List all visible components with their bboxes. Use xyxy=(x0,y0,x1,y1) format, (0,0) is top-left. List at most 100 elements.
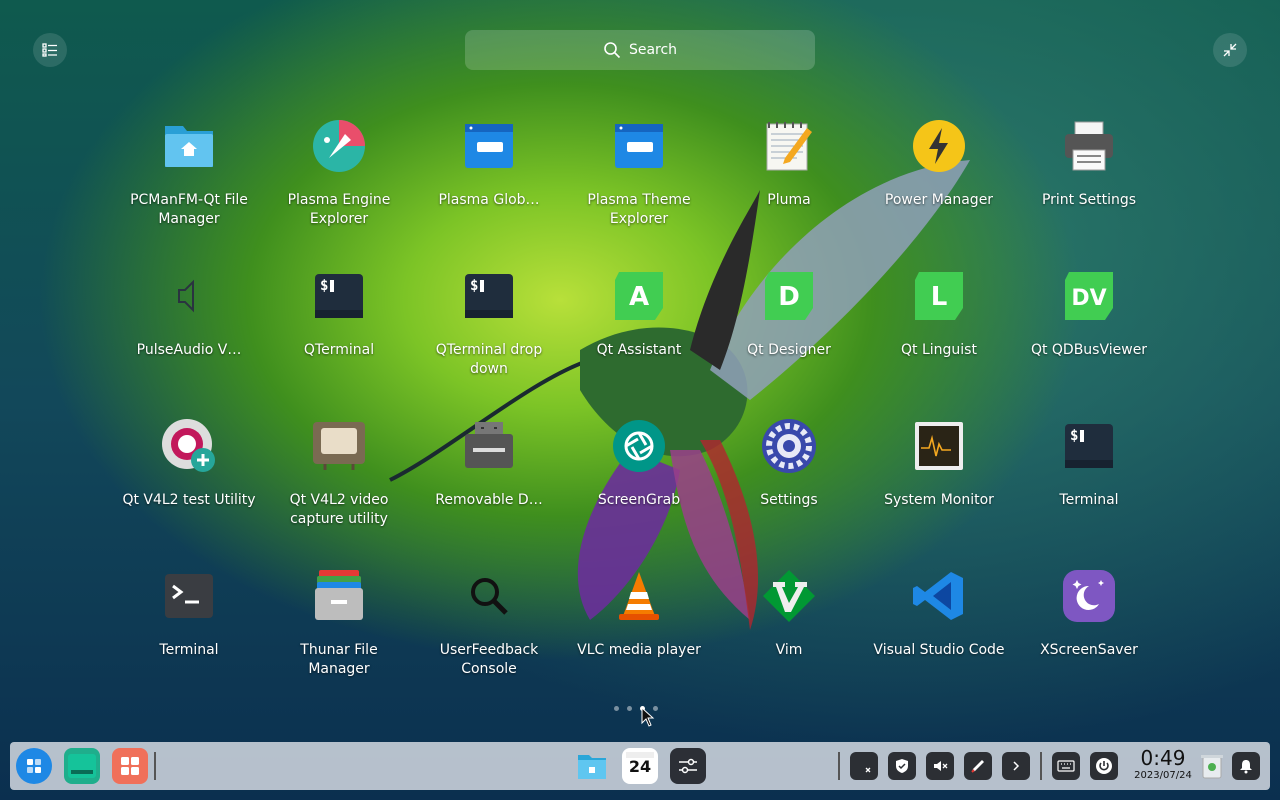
app-qterminal-dropdown[interactable]: $ QTerminal drop down xyxy=(414,260,564,410)
tray-volume[interactable] xyxy=(926,752,954,780)
keyboard-icon xyxy=(1057,760,1075,772)
notepad-pencil-icon xyxy=(761,118,817,174)
webcam-gear-icon xyxy=(161,418,217,474)
app-qt-designer[interactable]: D Qt Designer xyxy=(714,260,864,410)
app-label: Vim xyxy=(775,642,803,658)
app-vlc[interactable]: VLC media player xyxy=(564,560,714,710)
page-dot[interactable] xyxy=(627,706,632,711)
app-settings[interactable]: Settings xyxy=(714,410,864,560)
workspace-button[interactable] xyxy=(112,748,148,784)
terminal-icon: $ xyxy=(311,268,367,324)
dock-separator xyxy=(1040,752,1042,780)
tray-notifications[interactable] xyxy=(1232,752,1260,780)
plasma-engine-icon xyxy=(311,118,367,174)
app-grid: PCManFM-Qt File Manager Plasma Engine Exp… xyxy=(114,110,1164,710)
window-icon xyxy=(461,118,517,174)
mouse-cursor-icon xyxy=(641,707,655,727)
power-icon xyxy=(1096,758,1112,774)
app-vim[interactable]: Vim xyxy=(714,560,864,710)
settings-gear-icon xyxy=(761,418,817,474)
app-label: Qt V4L2 test Utility xyxy=(122,492,256,508)
exit-fullscreen-button[interactable] xyxy=(1213,33,1247,67)
app-label: Qt Assistant xyxy=(596,342,682,358)
app-label: Qt QDBusViewer xyxy=(1030,342,1148,358)
volume-muted-icon xyxy=(934,761,948,771)
app-label: Plasma Glob… xyxy=(438,192,540,208)
app-label: Power Manager xyxy=(884,192,994,208)
taskbar: 24 0:49 2023/07/24 xyxy=(10,742,1270,790)
tray-power[interactable] xyxy=(1090,752,1118,780)
magnifier-icon xyxy=(461,568,517,624)
app-system-monitor[interactable]: System Monitor xyxy=(864,410,1014,560)
app-qt-assistant[interactable]: A Qt Assistant xyxy=(564,260,714,410)
svg-text:$: $ xyxy=(1070,428,1078,444)
dock-file-manager[interactable] xyxy=(574,748,610,784)
app-label: QTerminal xyxy=(303,342,375,358)
app-thunar[interactable]: Thunar File Manager xyxy=(264,560,414,710)
tv-icon xyxy=(311,418,367,474)
app-removable-drives[interactable]: Removable D… xyxy=(414,410,564,560)
svg-text:D: D xyxy=(778,282,800,312)
vscode-icon xyxy=(911,568,967,624)
camera-aperture-icon xyxy=(611,418,667,474)
clock[interactable]: 0:49 2023/07/24 xyxy=(1128,746,1198,782)
sliders-icon xyxy=(679,758,697,774)
bell-icon xyxy=(1240,760,1252,774)
qt-letter-icon: DV xyxy=(1061,268,1117,324)
app-terminal-1[interactable]: $ Terminal xyxy=(1014,410,1164,560)
collapse-icon xyxy=(1223,43,1237,57)
lightning-icon xyxy=(911,118,967,174)
svg-text:$: $ xyxy=(320,278,328,294)
app-terminal-2[interactable]: Terminal xyxy=(114,560,264,710)
app-print-settings[interactable]: Print Settings xyxy=(1014,110,1164,260)
moon-stars-icon xyxy=(1061,568,1117,624)
app-label: PulseAudio V… xyxy=(136,342,242,358)
app-plasma-global[interactable]: Plasma Glob… xyxy=(414,110,564,260)
svg-text:$: $ xyxy=(470,278,478,294)
app-qt-v4l2-test[interactable]: Qt V4L2 test Utility xyxy=(114,410,264,560)
tray-keyboard[interactable] xyxy=(1052,752,1080,780)
app-label: Print Settings xyxy=(1041,192,1137,208)
app-xscreensaver[interactable]: XScreenSaver xyxy=(1014,560,1164,710)
drive-icon xyxy=(461,418,517,474)
app-label: Plasma Theme Explorer xyxy=(587,192,691,227)
app-label: VLC media player xyxy=(577,642,701,658)
list-icon xyxy=(42,43,57,57)
app-label: UserFeedback Console xyxy=(439,642,539,677)
app-label: Qt Designer xyxy=(747,342,831,358)
search-input[interactable]: Search xyxy=(465,30,815,70)
app-label: XScreenSaver xyxy=(1040,642,1138,658)
dock-calendar[interactable]: 24 xyxy=(622,748,658,784)
view-list-button[interactable] xyxy=(33,33,67,67)
app-screengrab[interactable]: ScreenGrab xyxy=(564,410,714,560)
chevron-right-icon xyxy=(1013,761,1020,771)
app-qdbusviewer[interactable]: DV Qt QDBusViewer xyxy=(1014,260,1164,410)
app-qterminal[interactable]: $ QTerminal xyxy=(264,260,414,410)
page-dot[interactable] xyxy=(614,706,619,711)
trash-icon xyxy=(1201,755,1223,779)
search-label: Search xyxy=(628,42,678,58)
app-pulseaudio[interactable]: PulseAudio V… xyxy=(114,260,264,410)
tray-expand-button[interactable] xyxy=(1002,752,1030,780)
app-pcmanfm-qt[interactable]: PCManFM-Qt File Manager xyxy=(114,110,264,260)
multitask-view-button[interactable] xyxy=(64,748,100,784)
app-power-manager[interactable]: Power Manager xyxy=(864,110,1014,260)
app-plasma-engine-explorer[interactable]: Plasma Engine Explorer xyxy=(264,110,414,260)
app-plasma-theme-explorer[interactable]: Plasma Theme Explorer xyxy=(564,110,714,260)
app-qt-v4l2-video[interactable]: Qt V4L2 video capture utility xyxy=(264,410,414,560)
dock-trash[interactable] xyxy=(1194,748,1230,784)
dock-control-center[interactable] xyxy=(670,748,706,784)
app-vscode[interactable]: Visual Studio Code xyxy=(864,560,1014,710)
app-label: Thunar File Manager xyxy=(300,642,378,677)
tray-pen[interactable] xyxy=(964,752,992,780)
app-userfeedback[interactable]: UserFeedback Console xyxy=(414,560,564,710)
app-pluma[interactable]: Pluma xyxy=(714,110,864,260)
folder-home-icon xyxy=(161,118,217,174)
launcher-button[interactable] xyxy=(16,748,52,784)
app-qt-linguist[interactable]: L Qt Linguist xyxy=(864,260,1014,410)
tray-screen-recorder[interactable] xyxy=(850,752,878,780)
qt-letter-icon: L xyxy=(911,268,967,324)
dock-separator xyxy=(838,752,840,780)
tray-security[interactable] xyxy=(888,752,916,780)
calendar-day: 24 xyxy=(628,757,652,776)
